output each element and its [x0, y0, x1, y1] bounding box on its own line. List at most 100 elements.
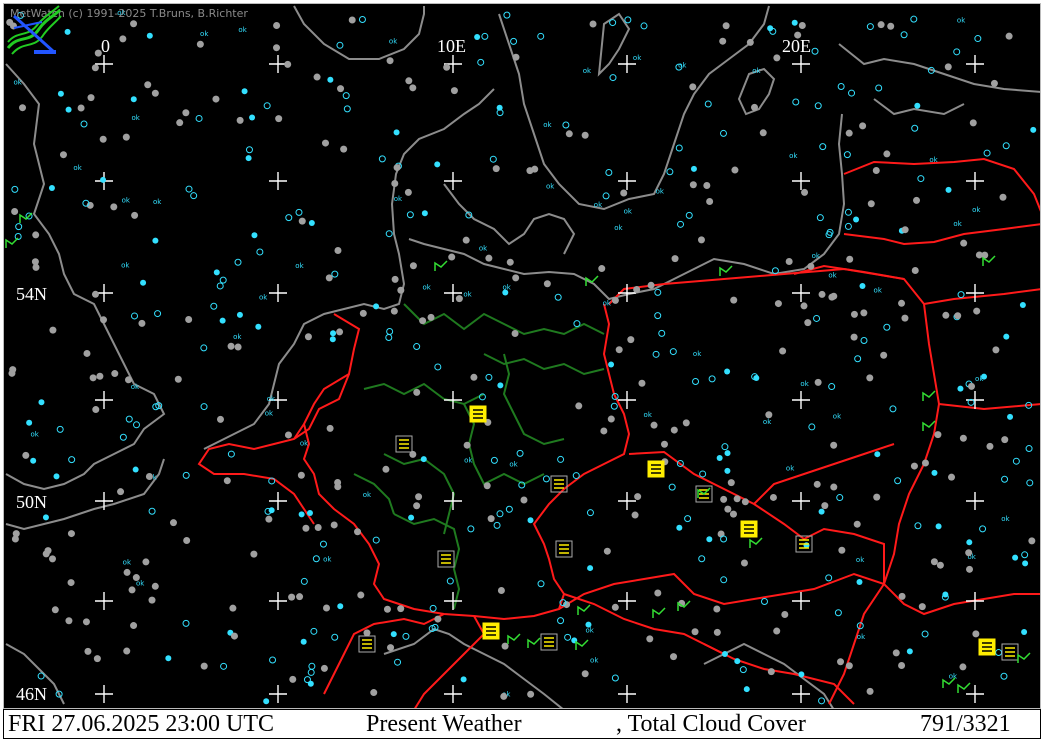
station-cloud-cover-icon [720, 495, 728, 503]
station-cloud-cover-icon [966, 539, 973, 546]
station-cloud-cover-icon [1026, 479, 1034, 487]
latitude-label-54n: 54N [16, 284, 47, 304]
graticule-cross-icon [792, 391, 810, 409]
station-cloud-cover-icon [658, 329, 666, 337]
station-cloud-cover-icon [429, 604, 437, 612]
station-cloud-cover-icon [288, 593, 296, 601]
station-cloud-cover-icon [830, 441, 838, 449]
station-cloud-cover-icon [409, 84, 417, 92]
station-cloud-cover-icon [212, 95, 220, 103]
metwatch-logo-icon [6, 5, 62, 55]
station-cloud-cover-icon [1030, 126, 1037, 133]
station-cloud-cover-icon [330, 330, 337, 337]
graticule-cross-icon [444, 492, 462, 510]
station-cloud-cover-icon [1001, 436, 1009, 444]
station-cloud-cover-icon [337, 603, 344, 610]
station-cloud-cover-icon [589, 20, 597, 28]
station-cloud-cover-icon [883, 150, 891, 158]
station-cloud-cover-icon [741, 498, 749, 506]
station-cloud-cover-icon [731, 166, 739, 174]
station-cloud-cover-icon [719, 129, 727, 137]
station-cloud-cover-icon [945, 186, 952, 193]
status-parameter-cloud-cover: , Total Cloud Cover [616, 711, 806, 737]
station-cloud-cover-icon [814, 102, 822, 110]
station-cloud-cover-icon [144, 81, 152, 89]
station-cloud-cover-icon [867, 200, 875, 208]
station-cloud-cover-icon [227, 342, 235, 350]
station-cloud-cover-icon: ok [238, 26, 247, 34]
station-cloud-cover-icon [813, 480, 821, 488]
station-cloud-cover-icon [898, 661, 906, 669]
station-cloud-cover-icon [634, 493, 642, 501]
station-cloud-cover-icon [887, 22, 895, 30]
station-cloud-cover-icon: ok [856, 556, 865, 564]
station-cloud-cover-icon [11, 535, 19, 543]
station-cloud-cover-icon [310, 627, 318, 635]
station-cloud-cover-icon: ok [323, 555, 332, 563]
station-cloud-cover-icon [520, 496, 528, 504]
station-cloud-cover-icon [273, 22, 281, 30]
station-cloud-cover-icon [610, 402, 618, 410]
graticule-cross-icon [444, 685, 462, 703]
station-cloud-cover-icon [931, 469, 938, 476]
station-cloud-cover-icon [781, 610, 789, 618]
station-cloud-cover-icon [844, 222, 852, 230]
station-cloud-cover-icon [119, 35, 127, 43]
station-cloud-cover-icon [698, 555, 706, 563]
station-cloud-cover-icon [470, 373, 478, 381]
station-cloud-cover-icon [785, 258, 793, 266]
station-cloud-cover-icon [128, 586, 136, 594]
station-cloud-cover-icon [117, 488, 125, 496]
station-cloud-cover-icon [720, 535, 728, 543]
graticule-cross-icon [966, 685, 984, 703]
station-cloud-cover-icon [563, 601, 571, 609]
station-cloud-cover-icon [493, 521, 501, 529]
station-cloud-cover-icon [337, 85, 345, 93]
station-cloud-cover-icon [151, 89, 159, 97]
station-cloud-cover-icon [586, 509, 594, 517]
station-cloud-cover-icon [892, 649, 900, 657]
station-cloud-cover-icon [236, 311, 243, 318]
station-cloud-cover-icon [497, 382, 504, 389]
station-cloud-cover-icon [873, 493, 881, 501]
station-cloud-cover-icon [668, 483, 676, 491]
station-cloud-cover-icon: ok [929, 156, 938, 164]
station-cloud-cover-icon: ok [833, 413, 842, 421]
synoptic-map[interactable]: ok ok ok ok ok ok ok ok ok ok ok ok ok ok ok ok ok ok ok ok… [3, 3, 1041, 709]
station-cloud-cover-icon [132, 466, 139, 473]
station-cloud-cover-icon [1021, 551, 1029, 559]
station-cloud-cover-icon [448, 253, 456, 261]
station-cloud-cover-icon [22, 451, 30, 459]
station-cloud-cover-icon [490, 456, 498, 464]
graticule-cross-icon [966, 172, 984, 190]
map-canvas[interactable]: ok ok ok ok ok ok ok ok ok ok ok ok ok ok ok ok ok ok ok ok… [4, 4, 1041, 709]
station-cloud-cover-icon [111, 370, 119, 378]
station-cloud-cover-icon [537, 32, 545, 40]
station-cloud-cover-icon [512, 53, 520, 61]
station-cloud-cover-icon [393, 129, 400, 136]
station-cloud-cover-icon [901, 314, 909, 322]
station-cloud-cover-icon [68, 456, 76, 464]
station-cloud-cover-icon [605, 168, 613, 176]
station-cloud-cover-icon [942, 311, 950, 319]
station-cloud-cover-icon [692, 378, 700, 386]
station-cloud-cover-icon [609, 19, 617, 27]
station-cloud-cover-icon [1003, 333, 1010, 340]
station-cloud-cover-icon [300, 577, 308, 585]
station-cloud-cover-icon [354, 528, 362, 536]
station-cloud-cover-icon [921, 459, 929, 467]
station-cloud-cover-icon [385, 230, 393, 238]
station-cloud-cover-icon [875, 84, 883, 92]
station-cloud-cover-icon: ok [614, 224, 623, 232]
station-cloud-cover-icon: ok [972, 206, 981, 214]
station-cloud-cover-icon [557, 617, 565, 625]
station-cloud-cover-icon [854, 355, 862, 363]
station-cloud-cover-icon [814, 378, 822, 386]
station-cloud-cover-icon [343, 105, 351, 113]
station-cloud-cover-icon [697, 236, 705, 244]
precipitation-symbol-icon [749, 537, 763, 548]
station-cloud-cover-icon [84, 647, 92, 655]
station-cloud-cover-icon: ok [233, 333, 242, 341]
station-cloud-cover-icon: ok [812, 252, 821, 260]
station-cloud-cover-icon [190, 192, 198, 200]
